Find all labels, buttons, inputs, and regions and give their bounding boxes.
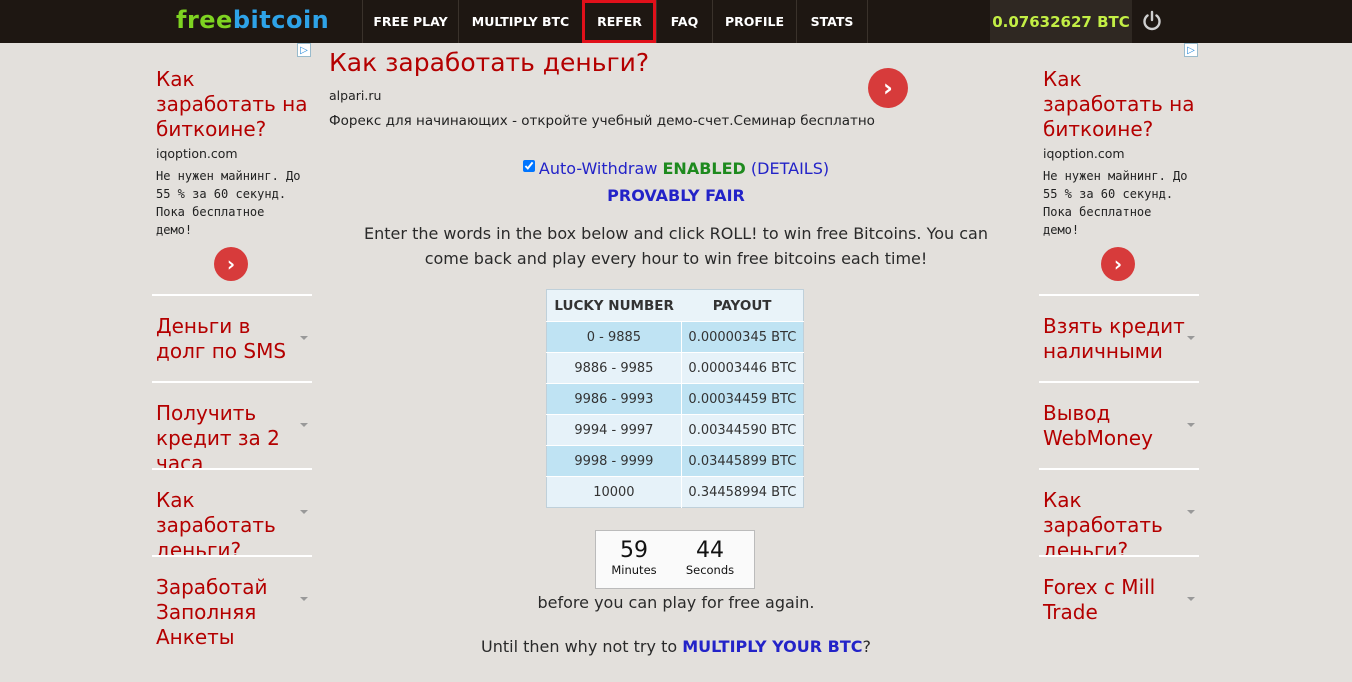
lucky-number-cell: 10000: [546, 476, 682, 508]
chevron-down-icon: [1187, 510, 1195, 514]
main-ad-description: Форекс для начинающих - откройте учебный…: [329, 113, 875, 129]
table-row: 9986 - 9993 0.00034459 BTC: [546, 383, 804, 415]
payout-cell: 0.34458994 BTC: [680, 476, 804, 508]
chevron-down-icon: [300, 597, 308, 601]
instructions-text: Enter the words in the box below and cli…: [364, 224, 988, 268]
column-header: PAYOUT: [681, 289, 804, 322]
payout-cell: 0.00003446 BTC: [680, 352, 804, 384]
minutes-label: Minutes: [611, 563, 657, 577]
nav-faq[interactable]: FAQ: [656, 0, 712, 43]
ad-choices-icon[interactable]: ▷: [1184, 43, 1198, 57]
payout-cell: 0.00034459 BTC: [680, 383, 804, 415]
ad-link-label: Деньги в долг по SMS: [156, 314, 287, 363]
ad-link-item[interactable]: Как заработать деньги?: [152, 468, 312, 562]
main-ad-arrow-icon[interactable]: ›: [868, 68, 908, 108]
table-row: 9886 - 9985 0.00003446 BTC: [546, 352, 804, 384]
ad-arrow-icon[interactable]: ›: [214, 247, 248, 281]
until-suffix: ?: [862, 637, 871, 656]
lucky-number-cell: 9994 - 9997: [546, 414, 682, 446]
chevron-down-icon: [300, 336, 308, 340]
table-header-row: LUCKY NUMBER PAYOUT: [546, 289, 804, 322]
countdown-timer: 59 Minutes 44 Seconds: [595, 530, 755, 589]
auto-withdraw-label[interactable]: Auto-Withdraw: [539, 159, 658, 178]
ad-link-item[interactable]: Получить кредит за 2 часа: [152, 381, 312, 475]
auto-withdraw-row: Auto-Withdraw ENABLED (DETAILS): [330, 159, 1022, 178]
ad-link-label: Заработай Заполняя Анкеты: [156, 575, 268, 649]
lucky-number-cell: 9998 - 9999: [546, 445, 682, 477]
payout-cell: 0.00344590 BTC: [680, 414, 804, 446]
until-then-text: Until then why not try to MULTIPLY YOUR …: [330, 637, 1022, 656]
details-link[interactable]: DETAILS: [757, 159, 823, 178]
ad-link-label: Forex с Mill Trade: [1043, 575, 1156, 624]
provably-fair-link[interactable]: PROVABLY FAIR: [330, 186, 1022, 205]
nav-multiply-btc[interactable]: MULTIPLY BTC: [458, 0, 582, 43]
payout-table: LUCKY NUMBER PAYOUT 0 - 9885 0.00000345 …: [546, 289, 804, 508]
ad-link-label: Взять кредит наличными: [1043, 314, 1185, 363]
auto-withdraw-checkbox[interactable]: [522, 160, 535, 172]
chevron-down-icon: [300, 423, 308, 427]
ad-choices-icon[interactable]: ▷: [297, 43, 311, 57]
ad-link-label: Как заработать деньги?: [1043, 488, 1163, 562]
lucky-number-cell: 9886 - 9985: [546, 352, 682, 384]
lucky-number-cell: 0 - 9885: [546, 321, 682, 353]
table-row: 9998 - 9999 0.03445899 BTC: [546, 445, 804, 477]
timer-seconds: 44 Seconds: [680, 538, 740, 578]
main-ad-domain[interactable]: alpari.ru: [329, 88, 381, 103]
chevron-down-icon: [300, 510, 308, 514]
timer-minutes: 59 Minutes: [604, 538, 664, 578]
chevron-down-icon: [1187, 336, 1195, 340]
ad-domain[interactable]: iqoption.com: [156, 146, 238, 161]
column-header: LUCKY NUMBER: [546, 289, 682, 322]
lucky-number-cell: 9986 - 9993: [546, 383, 682, 415]
ad-link-label: Получить кредит за 2 часа: [156, 401, 280, 475]
ad-link-item[interactable]: Forex с Mill Trade: [1039, 555, 1199, 641]
ad-link-label: Как заработать деньги?: [156, 488, 276, 562]
payout-cell: 0.00000345 BTC: [680, 321, 804, 353]
minutes-value: 59: [620, 538, 648, 563]
main-nav: FREE PLAY MULTIPLY BTC REFER FAQ PROFILE…: [362, 0, 868, 43]
multiply-btc-link[interactable]: MULTIPLY YOUR BTC: [682, 637, 862, 656]
auto-withdraw-status: ENABLED: [662, 159, 746, 178]
nav-free-play[interactable]: FREE PLAY: [362, 0, 458, 43]
seconds-value: 44: [696, 538, 724, 563]
ad-title[interactable]: Как заработать на биткоине?: [1043, 67, 1198, 142]
nav-stats[interactable]: STATS: [796, 0, 868, 43]
ad-link-item[interactable]: Деньги в долг по SMS: [152, 294, 312, 380]
seconds-label: Seconds: [685, 563, 735, 577]
logo-bitcoin-text: bitcoin: [232, 6, 330, 34]
ad-title[interactable]: Как заработать на биткоине?: [156, 67, 311, 142]
ad-link-item[interactable]: Как заработать деньги?: [1039, 468, 1199, 562]
play-again-text: before you can play for free again.: [537, 593, 815, 612]
ad-description: Не нужен майнинг. До 55 % за 60 секунд. …: [156, 169, 301, 237]
site-logo[interactable]: freebitcoin: [176, 6, 329, 34]
top-navbar: freebitcoin FREE PLAY MULTIPLY BTC REFER…: [0, 0, 1352, 43]
close-paren: ): [822, 159, 830, 178]
ad-link-item[interactable]: Заработай Заполняя Анкеты: [152, 555, 312, 649]
ad-link-item[interactable]: Вывод WebMoney: [1039, 381, 1199, 467]
nav-refer[interactable]: REFER: [582, 0, 656, 43]
payout-cell: 0.03445899 BTC: [680, 445, 804, 477]
main-ad-title[interactable]: Как заработать деньги?: [329, 48, 649, 77]
btc-balance: 0.07632627 BTC: [990, 0, 1132, 43]
ad-link-item[interactable]: Взять кредит наличными: [1039, 294, 1199, 380]
table-row: 10000 0.34458994 BTC: [546, 476, 804, 508]
ad-arrow-icon[interactable]: ›: [1101, 247, 1135, 281]
logo-free-text: free: [176, 6, 233, 34]
table-row: 9994 - 9997 0.00344590 BTC: [546, 414, 804, 446]
table-row: 0 - 9885 0.00000345 BTC: [546, 321, 804, 353]
chevron-down-icon: [1187, 423, 1195, 427]
power-icon[interactable]: [1140, 9, 1164, 33]
ad-domain[interactable]: iqoption.com: [1043, 146, 1125, 161]
nav-profile[interactable]: PROFILE: [712, 0, 796, 43]
ad-description: Не нужен майнинг. До 55 % за 60 секунд. …: [1043, 169, 1188, 237]
ad-link-label: Вывод WebMoney: [1043, 401, 1153, 450]
until-prefix: Until then why not try to: [481, 637, 683, 656]
chevron-down-icon: [1187, 597, 1195, 601]
